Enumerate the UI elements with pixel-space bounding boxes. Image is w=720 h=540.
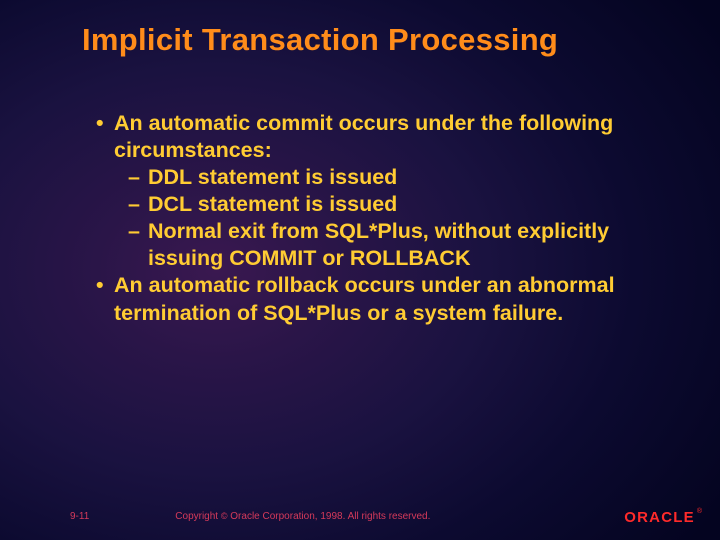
slide: Implicit Transaction Processing An autom…: [0, 0, 720, 540]
oracle-logo: ORACLE®: [624, 509, 702, 526]
bullet-level1: An automatic commit occurs under the fol…: [96, 110, 660, 164]
slide-content: An automatic commit occurs under the fol…: [0, 58, 720, 327]
copyright-pre: Copyright: [175, 511, 221, 522]
bullet-level2: DCL statement is issued: [96, 191, 660, 218]
bullet-level2: DDL statement is issued: [96, 164, 660, 191]
bullet-level1: An automatic rollback occurs under an ab…: [96, 272, 660, 326]
bullet-level2: Normal exit from SQL*Plus, without expli…: [96, 218, 660, 272]
slide-title: Implicit Transaction Processing: [0, 0, 720, 58]
copyright-text: Copyright © Oracle Corporation, 1998. Al…: [175, 511, 430, 522]
oracle-logo-text: ORACLE: [624, 509, 695, 526]
registered-trademark-icon: ®: [697, 508, 702, 515]
page-number: 9-11: [70, 511, 89, 522]
slide-footer: 9-11 Copyright © Oracle Corporation, 199…: [0, 511, 720, 522]
copyright-symbol: ©: [221, 511, 228, 521]
copyright-post: Oracle Corporation, 1998. All rights res…: [228, 511, 431, 522]
